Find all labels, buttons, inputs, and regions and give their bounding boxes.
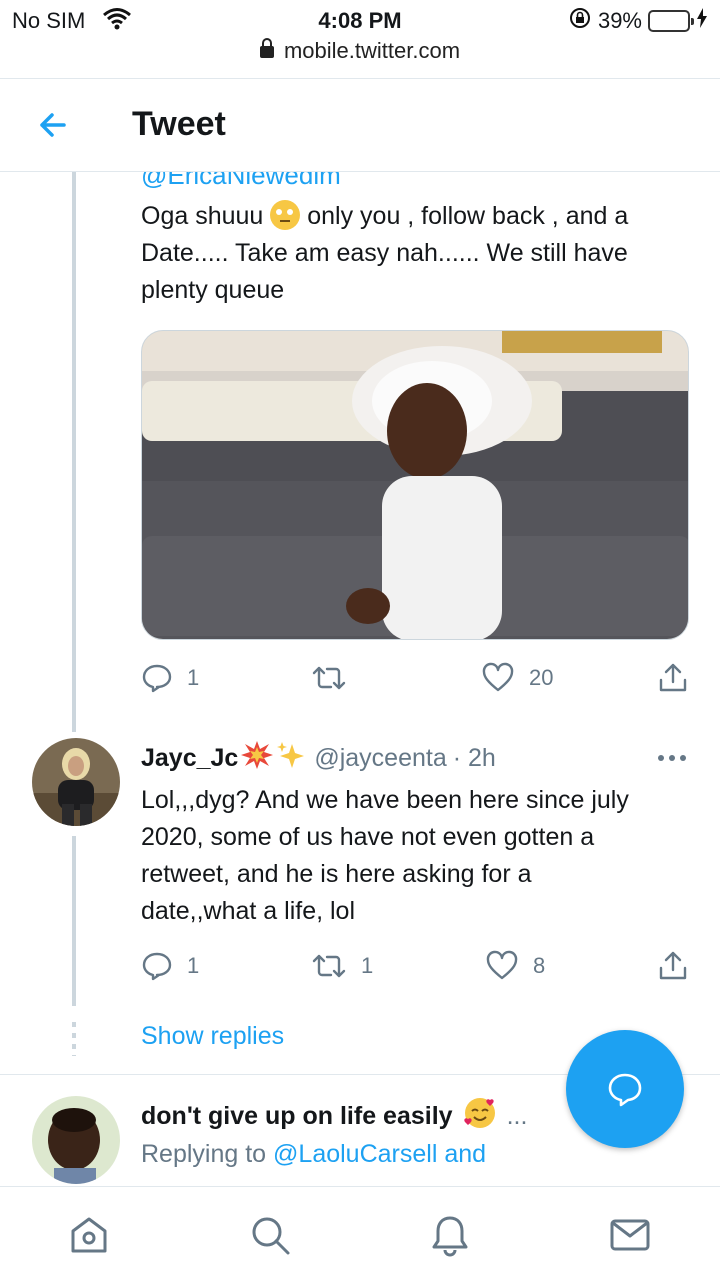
battery-percent: 39% (597, 8, 642, 33)
more-dot-icon (658, 755, 664, 761)
tweet-photo[interactable] (141, 330, 689, 640)
arrow-left-icon (40, 113, 66, 137)
share-button[interactable] (657, 950, 689, 982)
retweet-count: 1 (361, 953, 374, 978)
thread-line (72, 172, 76, 732)
url-bar[interactable]: mobile.twitter.com (0, 38, 720, 64)
status-bar: No SIM 4:08 PM 39% (0, 0, 720, 40)
nav-notifications[interactable] (426, 1211, 474, 1259)
url-text: mobile.twitter.com (283, 38, 461, 63)
avatar[interactable] (32, 1096, 120, 1184)
reply-count: 1 (187, 665, 200, 690)
search-icon (252, 1217, 290, 1255)
retweet-button[interactable]: 1 (311, 950, 373, 982)
heart-icon (482, 662, 514, 692)
more-dot-icon (669, 755, 675, 761)
reply-icon (142, 664, 172, 693)
heart-icon (486, 950, 518, 980)
app-header: Tweet (0, 78, 720, 172)
avatar[interactable] (32, 738, 120, 826)
share-icon (659, 663, 687, 692)
tweet-timestamp: · 2h (452, 744, 496, 772)
retweet-icon (312, 666, 346, 690)
tweet-text: Oga shuuu only you , follow back , and a… (141, 200, 629, 304)
reply-icon (142, 952, 172, 981)
retweet-icon (312, 954, 346, 978)
nav-home[interactable] (65, 1211, 113, 1259)
nav-search[interactable] (246, 1211, 294, 1259)
thread-dots (72, 1022, 76, 1056)
back-button[interactable] (34, 105, 78, 145)
tweet-actions: 1 1 8 (141, 950, 701, 990)
battery-icon (648, 10, 694, 32)
bottom-navigation (0, 1186, 720, 1280)
reply-mention-link[interactable]: @LaoluCarsell and (273, 1140, 486, 1168)
reply-bubble-icon (608, 1073, 642, 1107)
like-button[interactable]: 20 (481, 662, 553, 694)
tweet-text: Lol,,,dyg? And we have been here since j… (141, 786, 629, 925)
tweet-actions: 1 20 (141, 662, 701, 702)
more-options-button[interactable] (658, 755, 686, 761)
more-dot-icon (680, 755, 686, 761)
like-button[interactable]: 8 (485, 950, 545, 982)
nav-messages[interactable] (606, 1211, 654, 1259)
notifications-icon (432, 1216, 468, 1257)
collision-emoji-icon (240, 740, 274, 777)
author-handle: @jayceenta (314, 744, 447, 772)
tweet-reply-handle[interactable]: @EricaNlewedim (141, 172, 541, 190)
reply-button[interactable]: 1 (141, 662, 199, 694)
smiling-hearts-emoji-icon (463, 1096, 497, 1137)
like-count: 8 (533, 953, 546, 978)
reply-count: 1 (187, 953, 200, 978)
reply-button[interactable]: 1 (141, 950, 199, 982)
share-icon (659, 951, 687, 980)
replying-to: Replying to @LaoluCarsell and (141, 1140, 487, 1168)
charging-icon (696, 7, 708, 35)
home-icon (71, 1217, 107, 1253)
name-ellipsis: ... (506, 1102, 528, 1130)
sparkles-emoji-icon (276, 740, 306, 777)
author-name[interactable]: don't give up on life easily (141, 1102, 453, 1131)
orientation-lock-icon (568, 6, 592, 36)
retweet-button[interactable] (311, 662, 361, 694)
lock-icon (259, 38, 274, 58)
show-replies-link[interactable]: Show replies (141, 1022, 284, 1051)
tweet-author-row: don't give up on life easily ... (141, 1096, 527, 1137)
thread-line (72, 836, 76, 1006)
compose-reply-button[interactable] (566, 1030, 684, 1148)
tweet-author-row: Jayc_Jc @jayceenta · 2h (141, 740, 496, 777)
like-count: 20 (529, 665, 554, 690)
rolling-eyes-emoji-icon (270, 200, 301, 230)
page-title: Tweet (132, 105, 226, 143)
share-button[interactable] (657, 662, 689, 694)
messages-icon (610, 1219, 650, 1251)
author-name[interactable]: Jayc_Jc (141, 744, 238, 773)
